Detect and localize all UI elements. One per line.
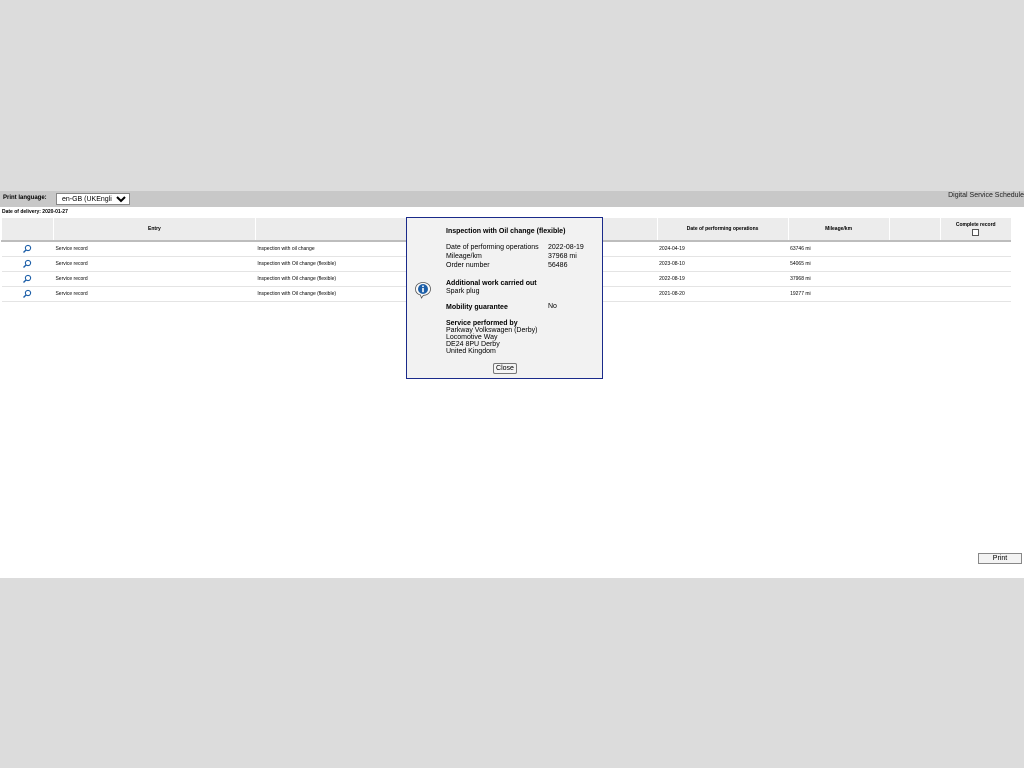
row-detail-button[interactable] xyxy=(1,271,54,287)
row-detail-button[interactable] xyxy=(1,241,54,257)
service-schedule-panel: Print language: en-GB (UKEnglish) Digita… xyxy=(0,191,1024,578)
popup-address-line: DE24 8PU Derby xyxy=(446,341,500,348)
app-title: Digital Service Schedule xyxy=(948,192,1024,199)
row-detail-button[interactable] xyxy=(1,286,54,302)
popup-additional-heading: Additional work carried out xyxy=(446,280,537,287)
close-button[interactable]: Close xyxy=(493,363,517,374)
row-mileage: 63746 mi xyxy=(788,241,890,257)
popup-order-label: Order number xyxy=(446,262,490,269)
col-date: Date of performing operations xyxy=(656,218,789,241)
complete-record-checkbox[interactable] xyxy=(972,229,980,236)
col-complete-record: Complete record xyxy=(939,218,1011,241)
row-mileage: 37968 mi xyxy=(788,271,890,287)
col-entry: Entry xyxy=(52,218,256,241)
popup-mobility-label: Mobility guarantee xyxy=(446,304,508,311)
magnifier-icon xyxy=(23,259,32,268)
print-language-select[interactable]: en-GB (UKEnglish) xyxy=(56,193,130,205)
row-date: 2024-04-19 xyxy=(657,241,789,257)
row-date: 2023-08-10 xyxy=(657,256,789,272)
popup-date-label: Date of performing operations xyxy=(446,244,539,251)
popup-address-line: Locomotive Way xyxy=(446,334,498,341)
row-detail-button[interactable] xyxy=(1,256,54,272)
popup-mileage-label: Mileage/km xyxy=(446,253,482,260)
row-date: 2022-08-19 xyxy=(657,271,789,287)
popup-date-value: 2022-08-19 xyxy=(548,244,584,251)
col-icon xyxy=(1,218,54,241)
info-icon xyxy=(415,282,431,299)
top-bar: Print language: en-GB (UKEnglish) Digita… xyxy=(0,191,1024,207)
row-entry: Service record xyxy=(53,271,256,287)
row-entry: Service record xyxy=(53,241,256,257)
popup-mileage-value: 37968 mi xyxy=(548,253,577,260)
popup-order-value: 56486 xyxy=(548,262,568,269)
popup-additional-item: Spark plug xyxy=(446,288,480,295)
popup-title: Inspection with Oil change (flexible) xyxy=(446,228,566,235)
complete-record-label: Complete record xyxy=(955,222,996,228)
row-mileage: 19277 mi xyxy=(788,286,890,302)
popup-address-line: United Kingdom xyxy=(446,348,496,355)
row-entry: Service record xyxy=(53,286,256,302)
popup-address-line: Parkway Volkswagen (Derby) xyxy=(446,327,538,334)
delivery-date-value: 2020-01-27 xyxy=(42,209,68,215)
col-mileage: Mileage/km xyxy=(787,218,890,241)
popup-mobility-value: No xyxy=(548,303,557,310)
delivery-date-line: Date of delivery: 2020-01-27 xyxy=(2,209,68,215)
col-blank xyxy=(888,218,940,241)
delivery-date-label: Date of delivery: xyxy=(2,209,41,215)
row-mileage: 54065 mi xyxy=(788,256,890,272)
magnifier-icon xyxy=(23,244,32,253)
row-date: 2021-08-20 xyxy=(657,286,789,302)
service-detail-popup: Inspection with Oil change (flexible) Da… xyxy=(406,217,603,379)
popup-performed-heading: Service performed by xyxy=(446,320,518,327)
print-button[interactable]: Print xyxy=(978,553,1022,564)
magnifier-icon xyxy=(23,274,32,283)
row-entry: Service record xyxy=(53,256,256,272)
magnifier-icon xyxy=(23,289,32,298)
print-language-label: Print language: xyxy=(3,195,47,201)
